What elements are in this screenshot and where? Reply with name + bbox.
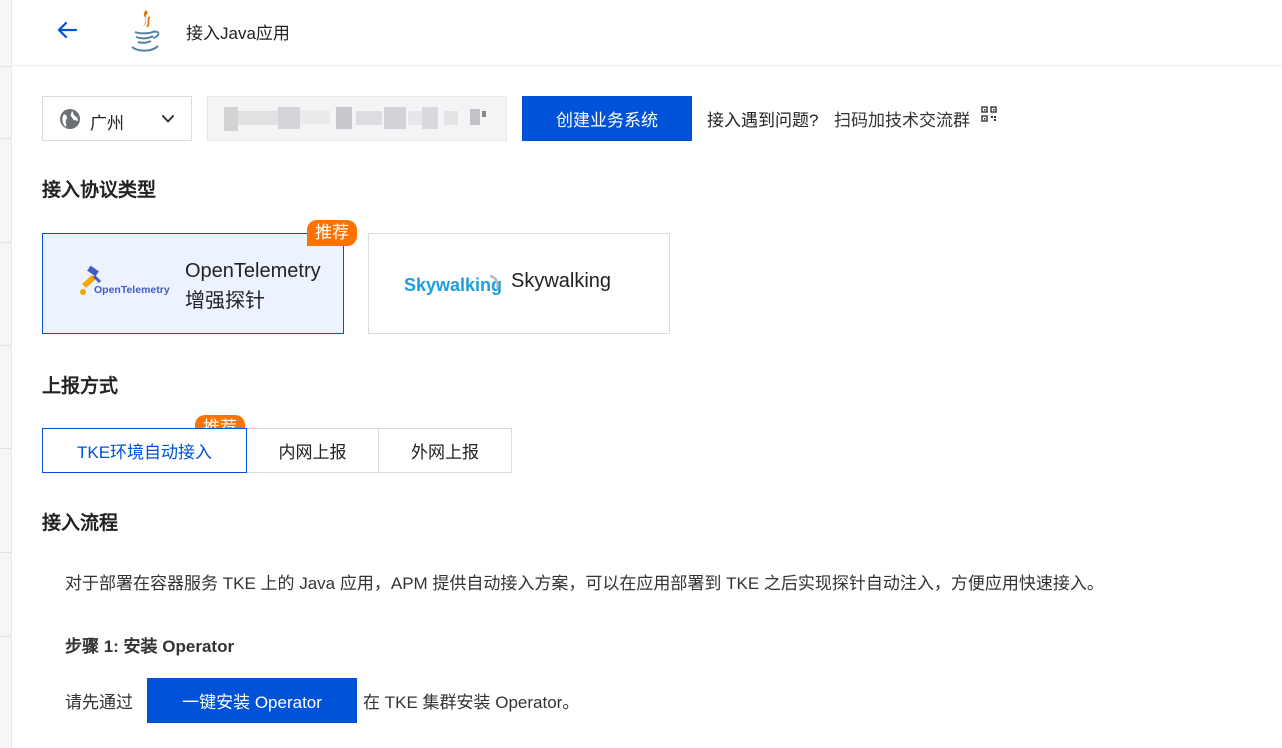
java-icon — [131, 10, 160, 52]
opentelemetry-logo-text: OpenTelemetry — [94, 284, 170, 296]
flow-description: 对于部署在容器服务 TKE 上的 Java 应用，APM 提供自动接入方案，可以… — [65, 574, 1104, 593]
protocol-option-label-line1: OpenTelemetry — [185, 260, 321, 282]
opentelemetry-logo: OpenTelemetry — [80, 265, 170, 296]
tab-internet-report[interactable]: 外网上报 — [378, 428, 512, 473]
region-label: 广州 — [90, 114, 124, 133]
sidebar-divider — [0, 138, 11, 139]
qr-code-icon[interactable] — [981, 106, 997, 122]
redacted-text — [238, 111, 278, 125]
sidebar-divider — [0, 66, 11, 67]
step-1-suffix: 在 TKE 集群安装 Operator。 — [363, 693, 580, 712]
redacted-text — [482, 111, 486, 117]
redacted-text — [422, 107, 438, 129]
step-1-title: 步骤 1: 安装 Operator — [65, 637, 235, 656]
create-business-system-button[interactable]: 创建业务系统 — [522, 96, 692, 141]
tab-intranet-report[interactable]: 内网上报 — [246, 428, 379, 473]
protocol-option-label: OpenTelemetry 增强探针 — [185, 256, 321, 316]
skywalking-logo: Skywalking — [404, 274, 502, 295]
skywalking-logo-text: Skywalking — [404, 275, 502, 295]
redacted-text — [300, 110, 330, 124]
help-prefix-text: 接入遇到问题? — [707, 111, 819, 130]
sidebar-divider — [0, 345, 11, 346]
redacted-text — [408, 111, 422, 125]
protocol-option-label: Skywalking — [511, 270, 612, 292]
redacted-text — [470, 109, 480, 125]
redacted-text — [444, 111, 458, 125]
step-1-prefix: 请先通过 — [65, 693, 133, 712]
business-system-select[interactable] — [207, 96, 507, 141]
protocol-option-skywalking[interactable]: Skywalking Skywalking — [368, 233, 670, 334]
redacted-text — [384, 107, 406, 129]
sidebar-divider — [0, 636, 11, 637]
redacted-text — [278, 107, 300, 129]
report-method-tabs: TKE环境自动接入 内网上报 外网上报 — [42, 428, 512, 473]
redacted-text — [336, 107, 352, 129]
page-title: 接入Java应用 — [186, 24, 290, 43]
recommended-badge: 推荐 — [307, 220, 357, 246]
protocol-option-opentelemetry[interactable]: OpenTelemetry OpenTelemetry 增强探针 — [42, 233, 344, 334]
globe-icon — [60, 109, 80, 129]
protocol-section-title: 接入协议类型 — [42, 180, 157, 201]
install-operator-button[interactable]: 一键安装 Operator — [147, 678, 357, 723]
header-bar: 接入Java应用 — [12, 0, 1282, 66]
left-sidebar-edge — [0, 0, 12, 748]
join-group-link[interactable]: 扫码加技术交流群 — [834, 106, 970, 131]
arrow-left-icon[interactable] — [55, 19, 79, 41]
flow-section-title: 接入流程 — [42, 513, 119, 534]
region-select[interactable]: 广州 — [42, 96, 192, 141]
tab-tke-auto[interactable]: TKE环境自动接入 — [42, 428, 247, 473]
sidebar-divider — [0, 552, 11, 553]
protocol-option-label-line2: 增强探针 — [185, 290, 265, 312]
redacted-text — [224, 107, 238, 131]
report-method-section-title: 上报方式 — [42, 376, 119, 397]
redacted-text — [356, 111, 382, 125]
sidebar-divider — [0, 242, 11, 243]
chevron-down-icon — [162, 115, 174, 123]
sidebar-divider — [0, 448, 11, 449]
